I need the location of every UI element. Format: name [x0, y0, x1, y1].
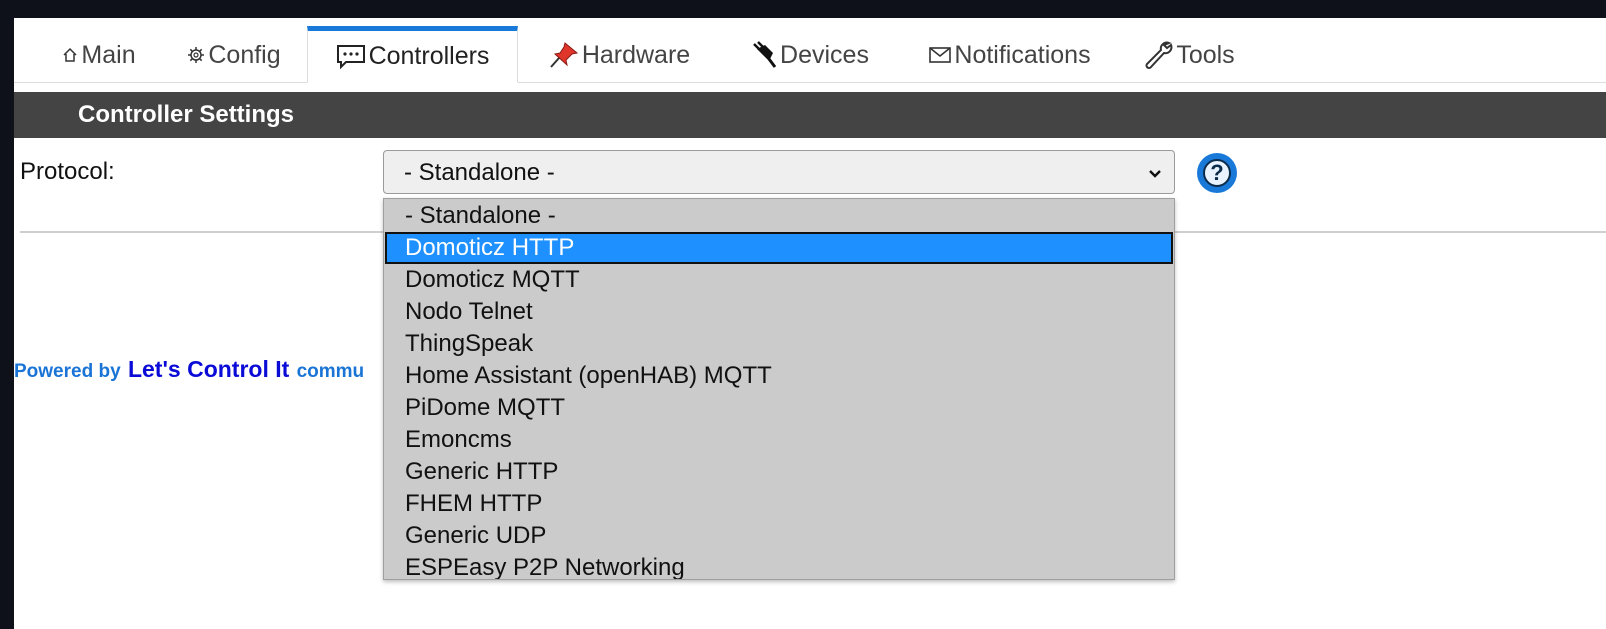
- help-button[interactable]: ?: [1197, 153, 1237, 193]
- option-generic-udp[interactable]: Generic UDP: [385, 520, 1173, 552]
- protocol-select-value: - Standalone -: [404, 159, 555, 186]
- option-pidome-mqtt[interactable]: PiDome MQTT: [385, 392, 1173, 424]
- section-header: Controller Settings: [14, 92, 1606, 138]
- footer-link[interactable]: Let's Control It: [128, 356, 289, 382]
- option-espeasy-p2p[interactable]: ESPEasy P2P Networking: [385, 552, 1173, 579]
- tab-bar: Main Config Controllers Hardware Devices: [14, 18, 1606, 83]
- envelope-icon: [929, 47, 952, 63]
- home-icon: [62, 47, 78, 63]
- option-thingspeak[interactable]: ThingSpeak: [385, 328, 1173, 360]
- wrench-icon: [1143, 40, 1173, 70]
- option-standalone[interactable]: - Standalone -: [385, 200, 1173, 232]
- tab-main-label: Main: [81, 40, 136, 69]
- tab-controllers-label: Controllers: [368, 42, 490, 70]
- chat-bubble-icon: [336, 44, 366, 70]
- tab-controllers[interactable]: Controllers: [307, 26, 518, 83]
- section-title: Controller Settings: [78, 101, 295, 128]
- pushpin-icon: [549, 41, 579, 69]
- tab-config[interactable]: Config: [179, 28, 289, 82]
- option-emoncms[interactable]: Emoncms: [385, 424, 1173, 456]
- footer-prefix: Powered by: [14, 361, 121, 382]
- tab-notifications[interactable]: Notifications: [919, 28, 1101, 82]
- protocol-select[interactable]: - Standalone -: [383, 150, 1175, 194]
- plug-icon: [749, 41, 777, 69]
- option-domoticz-mqtt[interactable]: Domoticz MQTT: [385, 264, 1173, 296]
- option-nodo-telnet[interactable]: Nodo Telnet: [385, 296, 1173, 328]
- tab-main[interactable]: Main: [54, 28, 144, 82]
- option-domoticz-http[interactable]: Domoticz HTTP: [385, 232, 1173, 264]
- option-generic-http[interactable]: Generic HTTP: [385, 456, 1173, 488]
- tab-config-label: Config: [208, 40, 281, 69]
- option-home-assistant-mqtt[interactable]: Home Assistant (openHAB) MQTT: [385, 360, 1173, 392]
- tab-devices-label: Devices: [780, 40, 869, 69]
- tab-devices[interactable]: Devices: [744, 28, 874, 82]
- protocol-label: Protocol:: [20, 158, 115, 185]
- question-icon: ?: [1203, 159, 1231, 187]
- tab-tools[interactable]: Tools: [1139, 28, 1239, 82]
- footer: Powered by Let's Control It commu: [14, 356, 364, 383]
- protocol-dropdown-list: - Standalone - Domoticz HTTP Domoticz MQ…: [383, 198, 1175, 580]
- tab-notifications-label: Notifications: [954, 40, 1091, 69]
- tab-hardware-label: Hardware: [581, 40, 691, 69]
- tab-hardware[interactable]: Hardware: [542, 28, 697, 82]
- tab-tools-label: Tools: [1176, 40, 1235, 69]
- page: Main Config Controllers Hardware Devices: [14, 18, 1606, 629]
- footer-suffix: commu: [296, 361, 365, 382]
- option-fhem-http[interactable]: FHEM HTTP: [385, 488, 1173, 520]
- chevron-down-icon: [1148, 166, 1162, 184]
- gear-icon: [187, 46, 205, 64]
